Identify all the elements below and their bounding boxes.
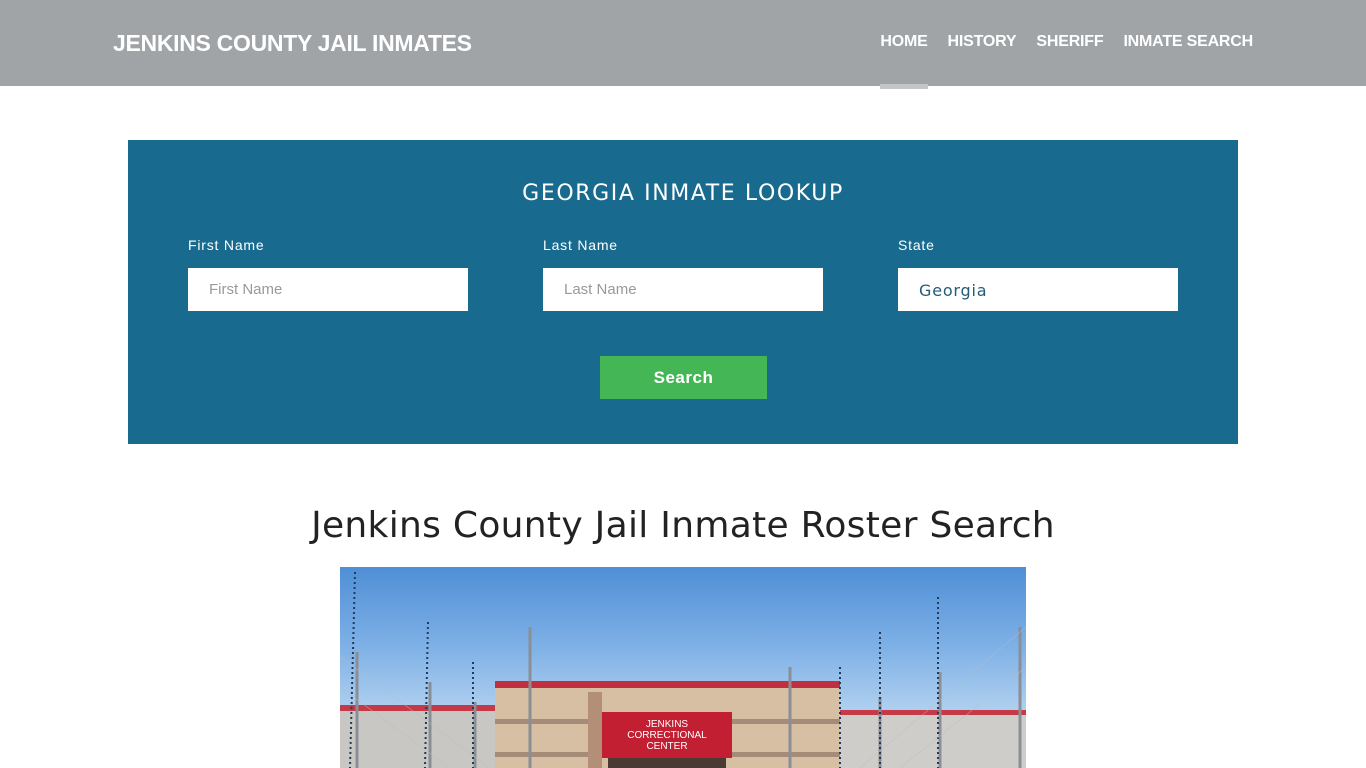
state-select[interactable]: Georgia xyxy=(898,268,1178,311)
sign-text: JENKINS CORRECTIONAL CENTER xyxy=(602,719,732,752)
nav-home[interactable]: HOME xyxy=(880,33,928,89)
navbar: JENKINS COUNTY JAIL INMATES HOME HISTORY… xyxy=(0,0,1366,89)
first-name-label: First Name xyxy=(188,237,265,253)
nav-history[interactable]: HISTORY xyxy=(948,33,1017,89)
search-button[interactable]: Search xyxy=(600,356,767,399)
page-title: Jenkins County Jail Inmate Roster Search xyxy=(311,505,1055,546)
right-building xyxy=(840,712,1026,768)
first-name-input[interactable] xyxy=(188,268,468,311)
last-name-input[interactable] xyxy=(543,268,823,311)
state-label: State xyxy=(898,237,935,253)
hero-image-correctional-center: JENKINS CORRECTIONAL CENTER xyxy=(340,567,1026,768)
sign-line-3: CENTER xyxy=(646,741,688,752)
lookup-title: GEORGIA INMATE LOOKUP xyxy=(522,181,844,206)
main-nav: HOME HISTORY SHERIFF INMATE SEARCH xyxy=(880,33,1253,89)
nav-inmate-search[interactable]: INMATE SEARCH xyxy=(1123,33,1253,89)
last-name-label: Last Name xyxy=(543,237,618,253)
sign-line-1: JENKINS xyxy=(645,719,689,730)
sign-line-2: CORRECTIONAL xyxy=(627,730,707,741)
site-brand-link[interactable]: JENKINS COUNTY JAIL INMATES xyxy=(113,30,472,57)
nav-sheriff[interactable]: SHERIFF xyxy=(1036,33,1103,89)
